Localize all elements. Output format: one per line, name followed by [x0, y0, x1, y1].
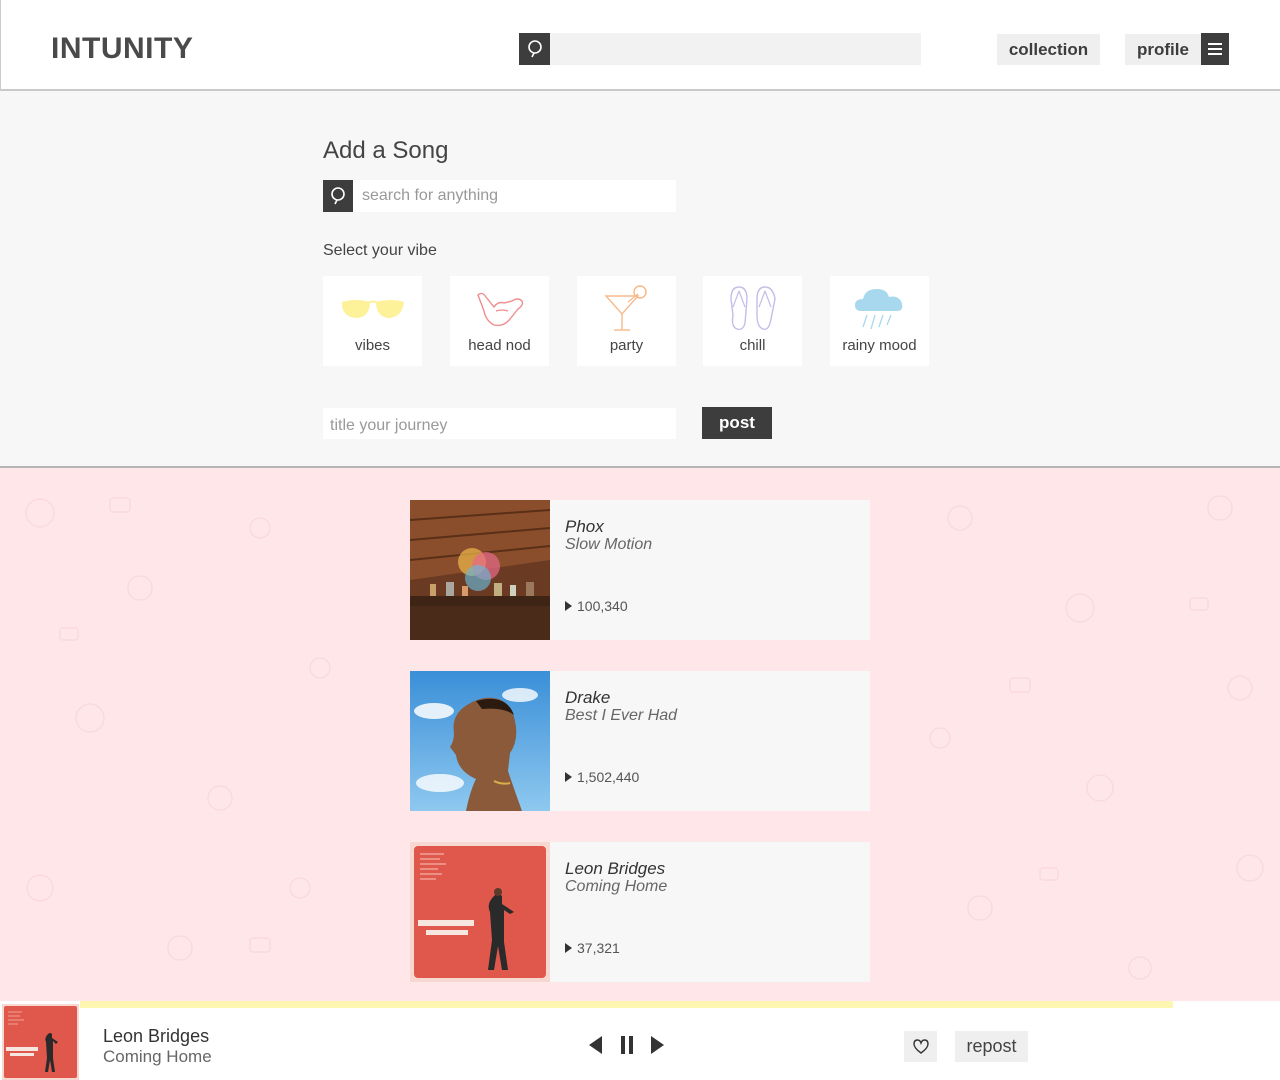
search-icon[interactable] — [519, 33, 550, 65]
play-icon[interactable] — [565, 943, 572, 953]
feed-card[interactable]: Drake Best I Ever Had 1,502,440 — [410, 671, 870, 811]
play-icon[interactable] — [565, 772, 572, 782]
play-icon[interactable] — [565, 601, 572, 611]
add-song-section: Add a Song Select your vibe vibes head n… — [0, 91, 1280, 468]
rain-cloud-icon — [853, 281, 907, 337]
now-playing-song[interactable]: Coming Home — [103, 1047, 212, 1067]
player-bar: Leon Bridges Coming Home repost — [0, 1001, 1280, 1080]
vibe-label-chill: chill — [739, 337, 766, 354]
vibe-card-vibes[interactable]: vibes — [323, 276, 422, 366]
play-count-value: 37,321 — [577, 940, 620, 956]
feed-song-title[interactable]: Slow Motion — [565, 536, 652, 554]
hamburger-menu-icon[interactable] — [1201, 33, 1229, 65]
vibe-card-party[interactable]: party — [577, 276, 676, 366]
pause-icon[interactable] — [619, 1034, 635, 1056]
vibe-label: Select your vibe — [323, 242, 437, 259]
song-feed: Phox Slow Motion 100,340 Drake Best I Ev… — [0, 468, 1280, 1001]
repost-button[interactable]: repost — [955, 1031, 1028, 1062]
play-count: 37,321 — [565, 940, 620, 956]
feed-card[interactable]: Leon Bridges Coming Home 37,321 — [410, 842, 870, 982]
now-playing-album-art[interactable] — [2, 1004, 79, 1080]
next-icon[interactable] — [649, 1034, 667, 1056]
journey-title-input[interactable] — [323, 408, 676, 439]
top-search-input[interactable] — [550, 33, 921, 65]
cocktail-icon — [602, 281, 652, 337]
vibe-card-head-nod[interactable]: head nod — [450, 276, 549, 366]
vibe-label-head-nod: head nod — [468, 337, 531, 354]
song-search-input[interactable] — [353, 180, 676, 212]
feed-artist[interactable]: Phox — [565, 517, 604, 537]
play-count-value: 1,502,440 — [577, 769, 640, 785]
progress-bar[interactable] — [80, 1001, 1173, 1008]
feed-artist[interactable]: Leon Bridges — [565, 859, 665, 879]
feed-song-title[interactable]: Best I Ever Had — [565, 707, 677, 725]
previous-icon[interactable] — [586, 1034, 604, 1056]
feed-card[interactable]: Phox Slow Motion 100,340 — [410, 500, 870, 640]
play-count: 100,340 — [565, 598, 628, 614]
logo[interactable]: INTUNITY — [51, 32, 193, 66]
flip-flops-icon — [727, 281, 779, 337]
vibe-label-rainy-mood: rainy mood — [842, 337, 917, 354]
profile-button[interactable]: profile — [1125, 34, 1201, 65]
add-song-title: Add a Song — [323, 137, 449, 164]
drake-album-art[interactable] — [410, 671, 550, 811]
collection-button[interactable]: collection — [997, 34, 1100, 65]
now-playing-artist[interactable]: Leon Bridges — [103, 1026, 209, 1047]
play-count: 1,502,440 — [565, 769, 639, 785]
vibe-label-vibes: vibes — [354, 337, 391, 354]
top-header: INTUNITY collection profile — [0, 0, 1280, 91]
feed-song-title[interactable]: Coming Home — [565, 878, 667, 896]
vibe-card-rainy-mood[interactable]: rainy mood — [830, 276, 929, 366]
like-heart-icon[interactable] — [904, 1031, 937, 1062]
sunglasses-icon — [340, 281, 406, 337]
leon-bridges-album-art[interactable] — [410, 842, 550, 982]
phox-album-art[interactable] — [410, 500, 550, 640]
post-button[interactable]: post — [702, 407, 772, 439]
feed-artist[interactable]: Drake — [565, 688, 610, 708]
vibe-card-chill[interactable]: chill — [703, 276, 802, 366]
shaka-hand-icon — [474, 281, 526, 337]
vibe-label-party: party — [609, 337, 644, 354]
song-search-icon[interactable] — [323, 180, 353, 212]
play-count-value: 100,340 — [577, 598, 628, 614]
